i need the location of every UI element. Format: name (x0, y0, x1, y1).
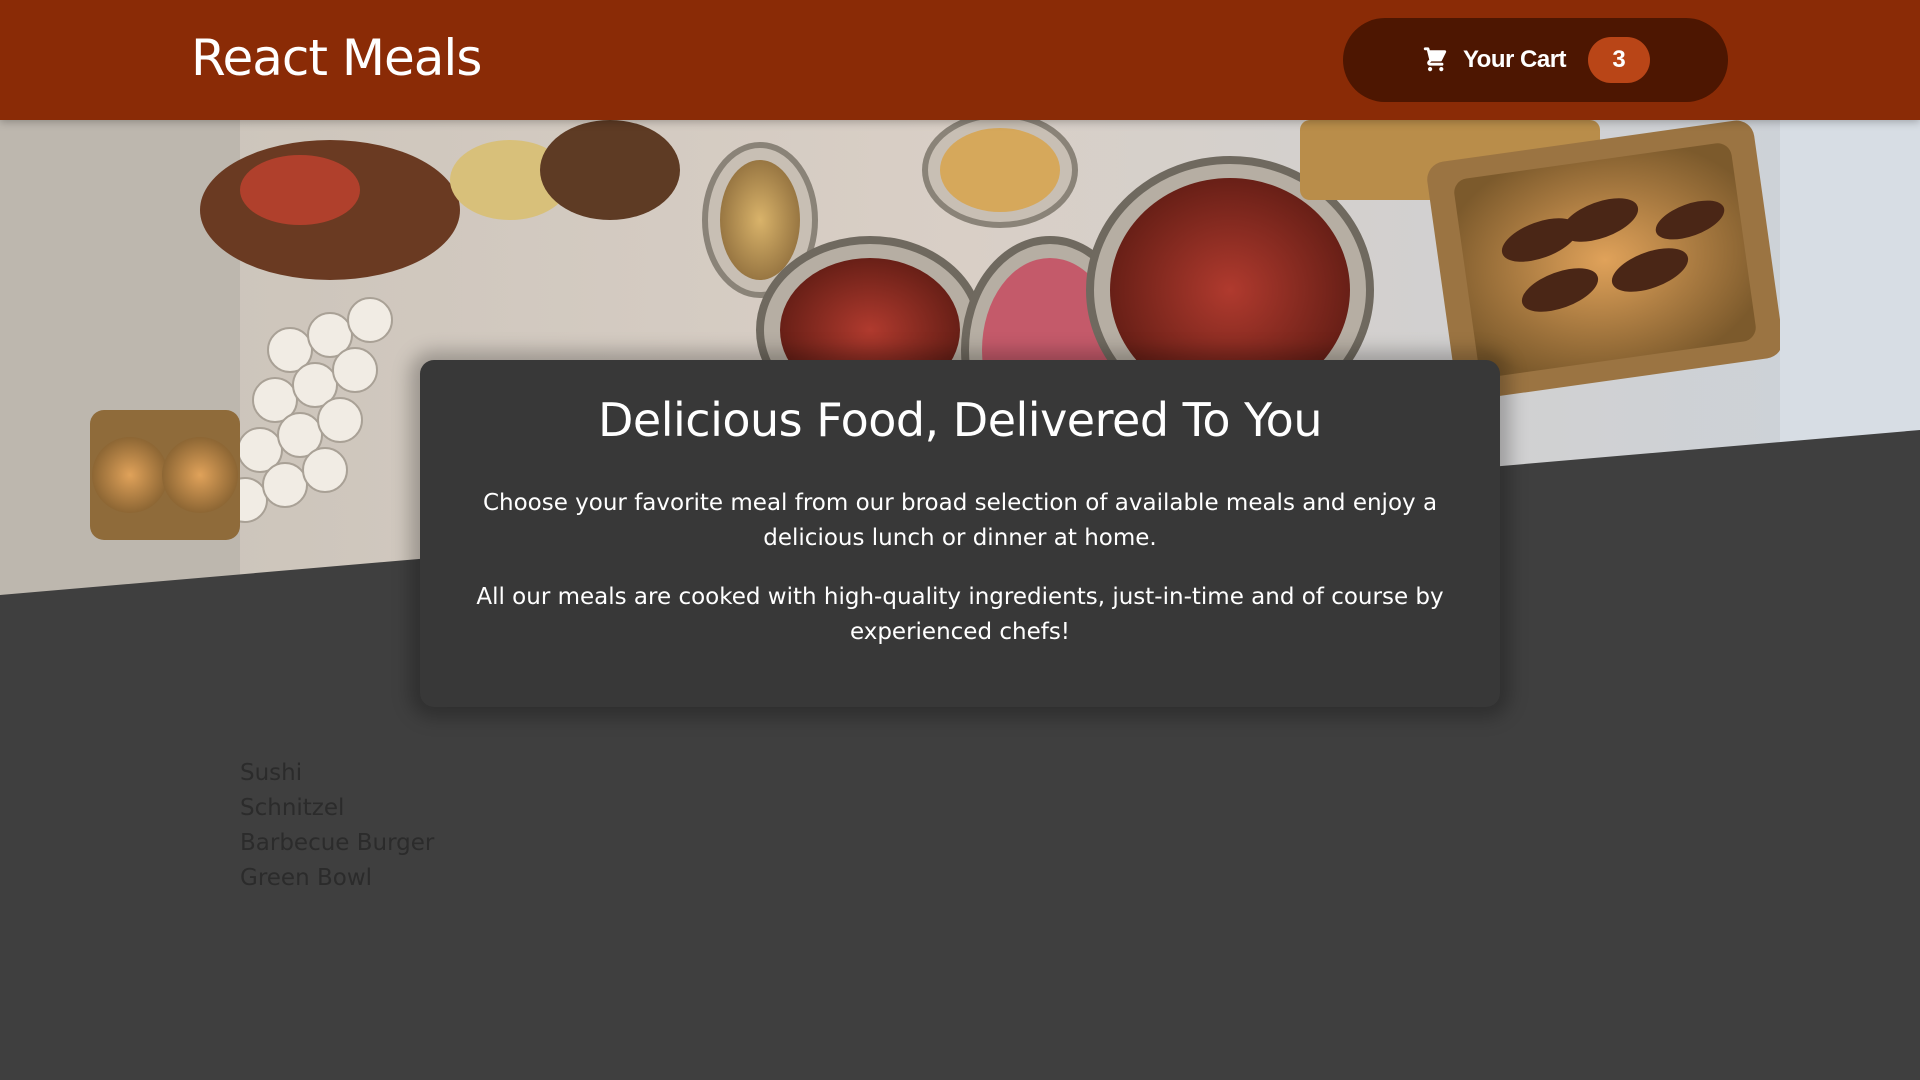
meal-item-green-bowl: Green Bowl (240, 865, 373, 891)
cart-count-badge: 3 (1588, 37, 1651, 83)
summary-title: Delicious Food, Delivered To You (598, 393, 1322, 447)
summary-paragraph: Choose your favorite meal from our broad… (482, 490, 1438, 551)
summary-paragraph: All our meals are cooked with high-quali… (476, 584, 1444, 645)
cart-button[interactable]: Your Cart 3 (1343, 18, 1728, 102)
meals-list: Sushi Schnitzel Barbecue Burger Green Bo… (240, 756, 434, 896)
meals-summary-card: Delicious Food, Delivered To You Choose … (420, 360, 1500, 707)
meal-item-sushi: Sushi (240, 760, 303, 786)
meal-item-schnitzel: Schnitzel (240, 795, 345, 821)
cart-icon (1421, 46, 1449, 74)
app-header: React Meals Your Cart 3 (0, 0, 1920, 120)
app-title: React Meals (191, 29, 482, 87)
cart-label: Your Cart (1462, 46, 1567, 73)
meal-item-barbecue-burger: Barbecue Burger (240, 830, 435, 856)
